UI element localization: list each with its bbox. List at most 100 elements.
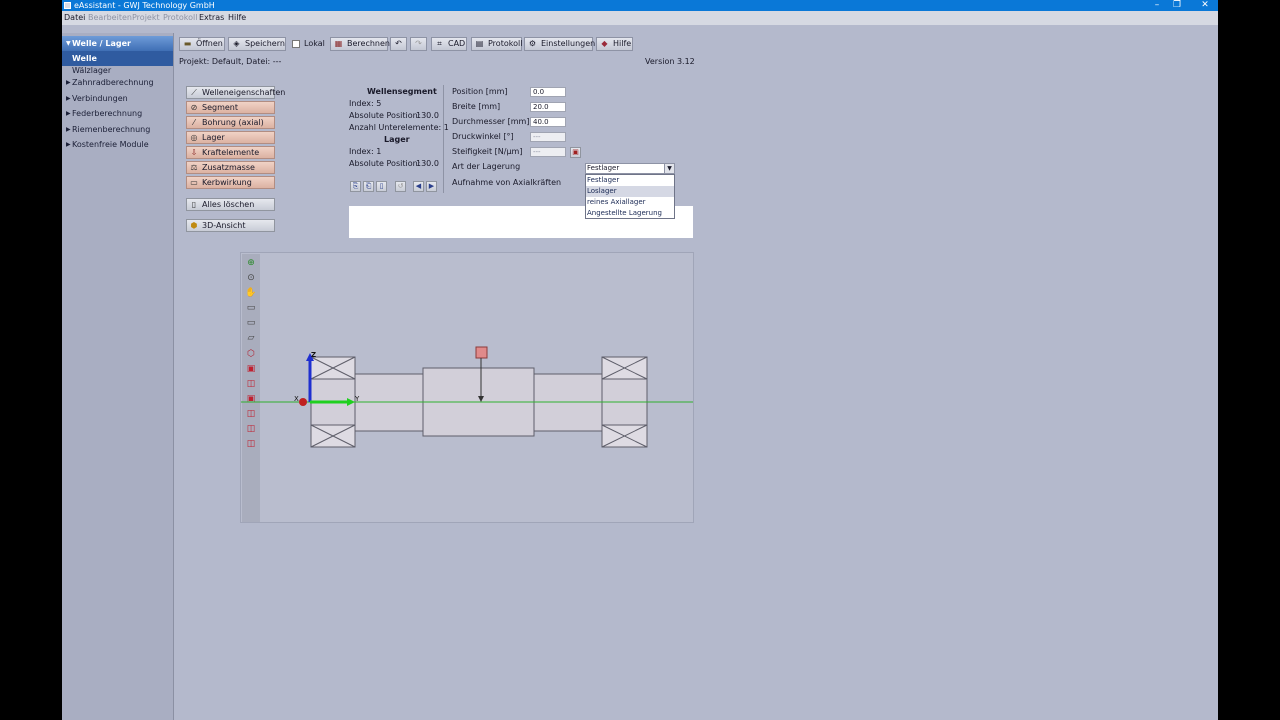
cad-button[interactable]: ⌗ CAD	[431, 37, 467, 51]
diameter-input[interactable]: 40.0	[530, 117, 566, 127]
project-status: Projekt: Default, Datei: ---	[179, 57, 282, 66]
app-icon	[64, 2, 71, 9]
calculate-button[interactable]: ▦ Berechnen	[330, 37, 390, 51]
minimize-button[interactable]: –	[1146, 0, 1168, 11]
arrow-left-icon: ◀	[415, 182, 422, 190]
additional-mass-button[interactable]: ⚖ Zusatzmasse	[186, 161, 275, 174]
bearing-index: Index: 1	[349, 147, 382, 156]
segment-button[interactable]: ⊘ Segment	[186, 101, 275, 114]
bore-axial-button[interactable]: ⁄ Bohrung (axial)	[186, 116, 275, 129]
shaft-drawing-canvas[interactable]: ⊕ ⊙ ✋ ▭ ▭ ▱ ⬡ ▣ ◫ ▣ ◫ ◫ ◫ Z Y X	[240, 252, 694, 523]
position-label: Position [mm]	[452, 87, 508, 96]
undo-button[interactable]: ↶	[390, 37, 407, 51]
notch-icon: ▭	[190, 178, 198, 187]
copy-element-button[interactable]: ⎘	[350, 181, 361, 192]
chevron-down-icon[interactable]: ▼	[664, 164, 674, 173]
sub-element-count: Anzahl Unterelemente: 1	[349, 123, 449, 132]
clear-all-button[interactable]: ▯ Alles löschen	[186, 198, 275, 211]
menu-extras[interactable]: Extras	[199, 13, 224, 23]
paste-element-button[interactable]: ⎗	[363, 181, 374, 192]
lock-icon: ▣	[572, 148, 579, 156]
collapsed-icon: ▶	[66, 79, 71, 86]
trash-icon: ▯	[379, 182, 384, 190]
menu-hilfe[interactable]: Hilfe	[228, 13, 246, 23]
bearing-type-label: Art der Lagerung	[452, 162, 521, 171]
segment-abs-pos-value: 130.0	[416, 111, 439, 120]
option-festlager[interactable]: Festlager	[586, 175, 674, 186]
next-element-button[interactable]: ▶	[426, 181, 437, 192]
version-label: Version 3.12	[645, 57, 695, 66]
bearing-type-dropdown-list: Festlager Loslager reines Axiallager Ang…	[585, 174, 675, 219]
menu-protokoll[interactable]: Protokoll	[163, 13, 197, 23]
bearing-abs-pos-value: 130.0	[416, 159, 439, 168]
cube-icon: ⬢	[190, 221, 198, 230]
force-elements-button[interactable]: ⇩ Kraftelemente	[186, 146, 275, 159]
menu-bar: Datei Bearbeiten Projekt Protokoll Extra…	[62, 11, 1218, 25]
notch-effect-button[interactable]: ▭ Kerbwirkung	[186, 176, 275, 189]
nav-group-riemen[interactable]: ▶ Riemenberechnung	[62, 122, 173, 137]
delete-element-button[interactable]: ▯	[376, 181, 387, 192]
copy-icon: ⎘	[352, 182, 359, 190]
stiffness-input[interactable]: ---	[530, 147, 566, 157]
save-button[interactable]: ◈ Speichern	[228, 37, 286, 51]
calculator-icon: ▦	[334, 39, 343, 48]
view-3d-button[interactable]: ⬢ 3D-Ansicht	[186, 219, 275, 232]
collapsed-icon: ▶	[66, 141, 71, 148]
menu-projekt[interactable]: Projekt	[132, 13, 160, 23]
bearing-type-select[interactable]: Festlager ▼	[585, 163, 675, 174]
help-book-icon: ◆	[601, 39, 608, 48]
panel-divider	[443, 85, 444, 193]
menu-datei[interactable]: Datei	[64, 13, 85, 23]
maximize-button[interactable]: ❐	[1166, 0, 1188, 11]
protocol-button[interactable]: ▤ Protokoll	[471, 37, 522, 51]
folder-icon: ▬	[183, 39, 192, 48]
collapsed-icon: ▶	[66, 110, 71, 117]
save-icon: ◈	[233, 39, 240, 48]
mass-icon: ⚖	[190, 163, 198, 172]
paste-icon: ⎗	[365, 182, 372, 190]
document-icon: ▤	[475, 39, 484, 48]
pressure-angle-input[interactable]: ---	[530, 132, 566, 142]
main-content: ▬ Öffnen ◈ Speichern Lokal ▦ Berechnen ↶…	[177, 33, 1218, 720]
width-label: Breite [mm]	[452, 102, 501, 111]
redo-icon: ↷	[415, 39, 422, 48]
segment-abs-pos-label: Absolute Position:	[349, 111, 421, 120]
bearing-button[interactable]: ◎ Lager	[186, 131, 275, 144]
open-button[interactable]: ▬ Öffnen	[179, 37, 225, 51]
collapsed-icon: ▶	[66, 95, 71, 102]
axial-forces-label: Aufnahme von Axialkräften	[452, 178, 562, 187]
arrow-right-icon: ▶	[428, 182, 435, 190]
shaft-properties-button[interactable]: ⟋ Welleneigenschaften	[186, 86, 285, 99]
reset-element-button[interactable]: ↺	[395, 181, 406, 192]
shaft-model-svg	[241, 346, 693, 448]
previous-element-button[interactable]: ◀	[413, 181, 424, 192]
option-angestellte-lagerung[interactable]: Angestellte Lagerung	[586, 208, 674, 219]
bore-icon: ⁄	[193, 118, 195, 127]
diameter-label: Durchmesser [mm]	[452, 117, 530, 126]
nav-group-kostenfrei[interactable]: ▶ Kostenfreie Module	[62, 137, 173, 152]
redo-button[interactable]: ↷	[410, 37, 427, 51]
nav-group-welle-lager[interactable]: ▼ Welle / Lager	[62, 36, 173, 51]
width-input[interactable]: 20.0	[530, 102, 566, 112]
force-icon: ⇩	[190, 148, 198, 157]
bearing-title: Lager	[384, 135, 410, 144]
nav-group-zahnrad[interactable]: ▶ Zahnradberechnung	[62, 75, 173, 90]
title-bar: eAssistant - GWJ Technology GmbH – ❐ ✕	[62, 0, 1218, 11]
option-reines-axiallager[interactable]: reines Axiallager	[586, 197, 674, 208]
lock-button[interactable]: ▣	[570, 147, 581, 158]
position-input[interactable]: 0.0	[530, 87, 566, 97]
local-checkbox[interactable]	[292, 40, 300, 48]
bearing-abs-pos-label: Absolute Position:	[349, 159, 421, 168]
module-sidebar: ▼ Welle / Lager Welle Wälzlager ▶ Zahnrad…	[62, 33, 174, 720]
menu-bearbeiten[interactable]: Bearbeiten	[88, 13, 132, 23]
shaft-icon: ⟋	[191, 88, 197, 97]
stiffness-label: Steifigkeit [N/µm]	[452, 147, 523, 156]
expanded-icon: ▼	[66, 40, 71, 47]
option-loslager[interactable]: Loslager	[586, 186, 674, 197]
close-button[interactable]: ✕	[1194, 0, 1216, 11]
undo-icon: ↺	[397, 182, 404, 190]
help-button[interactable]: ◆ Hilfe	[596, 37, 633, 51]
nav-group-feder[interactable]: ▶ Federberechnung	[62, 106, 173, 121]
settings-button[interactable]: ⚙ Einstellungen	[524, 37, 595, 51]
nav-group-verbindungen[interactable]: ▶ Verbindungen	[62, 91, 173, 106]
